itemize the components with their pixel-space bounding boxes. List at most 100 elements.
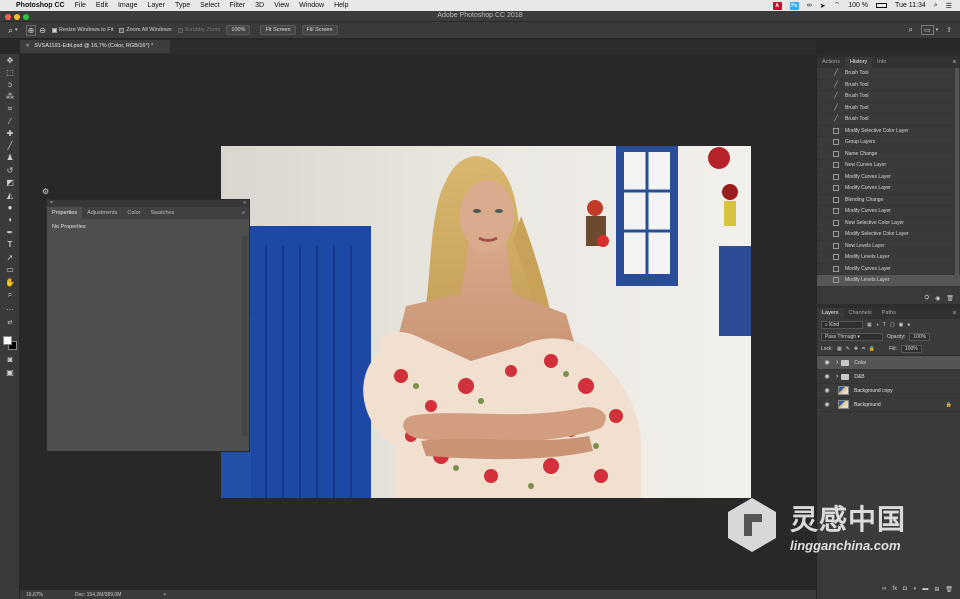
filter-type-icon[interactable]: T [883, 322, 886, 328]
screen-mode-icon[interactable]: ▣ [4, 368, 16, 378]
status-menu-arrow[interactable]: > [163, 592, 166, 598]
eye-icon[interactable]: ◉ [822, 359, 832, 366]
menu-filter[interactable]: Filter [230, 2, 246, 9]
camera-icon[interactable]: ◉ [935, 295, 940, 302]
tab-swatches[interactable]: Swatches [146, 207, 180, 219]
location-icon[interactable]: ➤ [820, 2, 826, 10]
search-icon[interactable]: ⌕ [909, 25, 913, 35]
layer-row[interactable]: ◉ Background copy [817, 384, 960, 398]
tab-paths[interactable]: Paths [877, 308, 901, 319]
tab-properties[interactable]: Properties [47, 207, 83, 219]
healing-brush-tool-icon[interactable]: ✚ [4, 129, 16, 139]
menu-select[interactable]: Select [200, 2, 219, 9]
history-item[interactable]: Blending Change [817, 195, 960, 206]
notification-icon[interactable]: ☰ [946, 2, 952, 10]
layer-row[interactable]: ◉ › Color [817, 356, 960, 370]
blend-mode-select[interactable]: Pass Through ▾ [821, 333, 883, 341]
zoom-out-icon[interactable]: ⊖ [39, 26, 46, 35]
menu-photoshop[interactable]: Photoshop CC [16, 2, 65, 9]
pen-tool-icon[interactable]: ✒ [4, 228, 16, 238]
hand-tool-icon[interactable]: ✋ [4, 278, 16, 288]
menu-file[interactable]: File [75, 2, 86, 9]
marquee-tool-icon[interactable]: ⬚ [4, 68, 16, 78]
lock-all-icon[interactable]: 🔒 [869, 346, 875, 352]
properties-scrollbar[interactable] [242, 236, 247, 436]
eyedropper-tool-icon[interactable]: ⁄ [4, 117, 16, 127]
foreground-color-swatch[interactable] [3, 336, 12, 345]
filter-pixel-icon[interactable]: ▦ [867, 322, 872, 328]
tab-color[interactable]: Color [122, 207, 145, 219]
type-tool-icon[interactable]: T [4, 240, 16, 250]
brush-tool-icon[interactable]: ╱ [4, 141, 16, 151]
edit-toolbar-icon[interactable]: ··· [4, 305, 16, 315]
lock-brush-icon[interactable]: ✎ [846, 346, 850, 352]
workspace-icon[interactable]: ▭ [920, 25, 934, 35]
menu-type[interactable]: Type [175, 2, 190, 9]
close-tab-icon[interactable]: × [26, 43, 29, 50]
history-item[interactable]: ╱ Brush Tool [817, 114, 960, 126]
history-item[interactable]: New Levels Layer [817, 241, 960, 252]
history-item[interactable]: Modify Curves Layer [817, 264, 960, 275]
close-panel-icon[interactable]: × [50, 200, 53, 207]
tool-preset-chevron-icon[interactable]: ▾ [15, 27, 18, 33]
share-icon[interactable]: ⇪ [946, 26, 952, 34]
filter-toggle-icon[interactable]: ● [907, 322, 910, 328]
resize-windows-checkbox[interactable]: Resize Windows to Fit [51, 27, 113, 33]
history-item[interactable]: Modify Selective Color Layer [817, 126, 960, 137]
history-item[interactable]: Modify Levels Layer [817, 275, 960, 287]
tab-adjustments[interactable]: Adjustments [82, 207, 122, 219]
dodge-tool-icon[interactable]: ◖ [4, 215, 16, 225]
history-item[interactable]: ╱ Brush Tool [817, 68, 960, 80]
battery-icon[interactable] [876, 3, 888, 8]
menu-image[interactable]: Image [118, 2, 137, 9]
zoom-all-checkbox[interactable]: Zoom All Windows [119, 27, 172, 33]
eye-icon[interactable]: ◉ [822, 387, 832, 394]
photoshop-status-icon[interactable]: Ps [789, 1, 799, 10]
filter-smart-icon[interactable]: ▣ [899, 322, 904, 328]
clock[interactable]: Tue 11:34 [895, 2, 926, 9]
layer-row[interactable]: ◉ › D&B [817, 370, 960, 384]
document-tab[interactable]: × SVSA1191-Edit.psd @ 16,7% (Color, RGB/… [20, 40, 170, 53]
document-image[interactable] [221, 146, 751, 498]
history-item[interactable]: ╱ Brush Tool [817, 91, 960, 103]
panel-menu-icon[interactable]: ≡ [238, 207, 249, 219]
zoom-level[interactable]: 16,67% [26, 592, 43, 598]
lasso-tool-icon[interactable]: ↄ [4, 80, 16, 90]
fill-screen-button[interactable]: Fill Screen [301, 25, 338, 35]
quick-mask-icon[interactable]: ◙ [4, 355, 16, 365]
lock-transparent-icon[interactable]: ▦ [837, 346, 842, 352]
blur-tool-icon[interactable]: ● [4, 203, 16, 213]
history-item[interactable]: Modify Curves Layer [817, 206, 960, 218]
move-tool-icon[interactable]: ✥ [4, 56, 16, 66]
adjustment-layer-icon[interactable]: ◑ [913, 586, 917, 592]
lock-move-icon[interactable]: ✥ [854, 346, 858, 352]
scrubby-zoom-checkbox[interactable]: Scrubby Zoom [177, 27, 220, 33]
history-item[interactable]: Modify Selective Color Layer [817, 229, 960, 241]
clone-stamp-tool-icon[interactable]: ♟ [4, 153, 16, 163]
history-item[interactable]: ╱ Brush Tool [817, 80, 960, 91]
panel-menu-icon[interactable]: ≡ [949, 308, 960, 319]
menu-edit[interactable]: Edit [96, 2, 108, 9]
gradient-tool-icon[interactable]: ◭ [4, 191, 16, 201]
new-layer-icon[interactable]: ⊞ [934, 586, 939, 593]
menu-view[interactable]: View [274, 2, 289, 9]
zoom-tool-icon[interactable]: ⌕ [8, 25, 13, 36]
menu-window[interactable]: Window [299, 2, 324, 9]
fit-screen-button[interactable]: Fit Screen [260, 25, 296, 35]
opacity-input[interactable]: 100% [909, 333, 931, 341]
new-group-icon[interactable]: ▬ [922, 586, 928, 592]
workspace-chevron-icon[interactable]: ▾ [936, 27, 939, 33]
eye-icon[interactable]: ◉ [822, 373, 832, 380]
menu-help[interactable]: Help [334, 2, 348, 9]
history-item[interactable]: New Curves Layer [817, 160, 960, 172]
tab-history[interactable]: History [845, 57, 873, 68]
delete-layer-icon[interactable]: 🗑 [945, 586, 953, 593]
creative-cloud-icon[interactable]: ∞ [807, 2, 812, 9]
layer-row[interactable]: ◉ Background 🔒 [817, 398, 960, 412]
history-scrollbar[interactable] [955, 68, 959, 286]
spotlight-icon[interactable]: ⌕ [934, 2, 938, 10]
tab-channels[interactable]: Channels [844, 308, 877, 319]
layer-kind-filter[interactable]: ⌕ Kind [821, 321, 863, 329]
add-mask-icon[interactable]: ◘ [903, 586, 907, 592]
history-item[interactable]: New Selective Color Layer [817, 218, 960, 229]
